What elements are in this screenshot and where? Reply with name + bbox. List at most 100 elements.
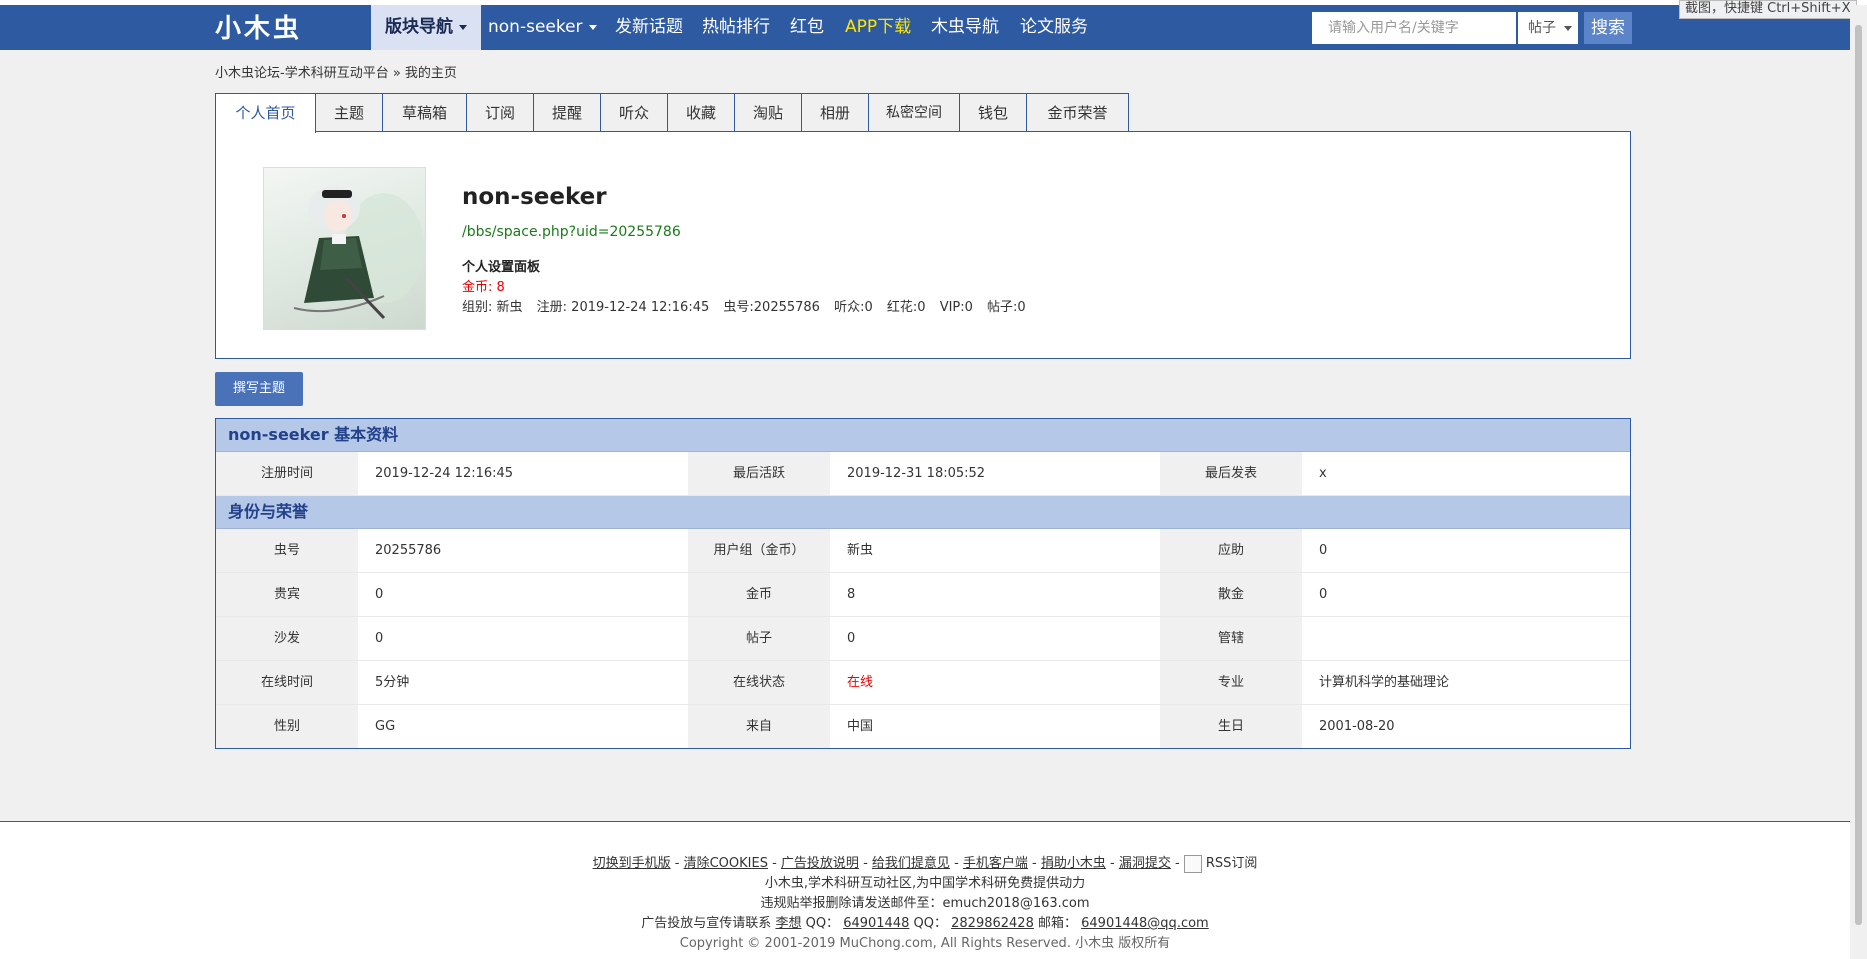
- footer-link-ad-info[interactable]: 广告投放说明: [781, 856, 859, 871]
- write-topic-button[interactable]: 撰写主题: [215, 372, 303, 406]
- profile-username: non-seeker: [462, 184, 607, 210]
- contact-name-link[interactable]: 李想: [775, 916, 801, 931]
- field-value: 0: [375, 587, 384, 602]
- profile-panel: non-seeker /bbs/space.php?uid=20255786 个…: [215, 131, 1631, 359]
- table-row: 沙发 0 帖子 0 管辖: [216, 617, 1630, 661]
- table-row: 虫号 20255786 用户组（金币） 新虫 应助 0: [216, 529, 1630, 573]
- stat-uid: 虫号:20255786: [723, 300, 820, 315]
- nav-red-packet[interactable]: 红包: [790, 5, 824, 50]
- stat-group: 组别: 新虫: [462, 300, 523, 315]
- footer-link-feedback[interactable]: 给我们提意见: [872, 856, 950, 871]
- tab-private-space[interactable]: 私密空间: [868, 93, 960, 131]
- field-value: GG: [375, 719, 396, 734]
- footer-link-bug-report[interactable]: 漏洞提交: [1119, 856, 1171, 871]
- nav-board-navigation[interactable]: 版块导航: [371, 5, 481, 50]
- identity-honor-header: 身份与荣誉: [216, 496, 1630, 529]
- nav-user-menu-label: non-seeker: [488, 17, 583, 37]
- field-label: 沙发: [216, 617, 358, 660]
- field-label: 在线时间: [216, 661, 358, 704]
- field-label: 贵宾: [216, 573, 358, 616]
- scrollbar-thumb[interactable]: [1855, 25, 1862, 925]
- tab-followers[interactable]: 听众: [600, 93, 668, 131]
- field-value: x: [1319, 466, 1327, 481]
- tab-taotie[interactable]: 淘贴: [734, 93, 802, 131]
- table-row: 注册时间 2019-12-24 12:16:45 最后活跃 2019-12-31…: [216, 452, 1630, 496]
- field-value: 中国: [847, 719, 874, 734]
- field-value: 20255786: [375, 543, 442, 558]
- tab-home[interactable]: 个人首页: [215, 93, 316, 133]
- footer-link-clear-cookies[interactable]: 清除COOKIES: [684, 856, 768, 871]
- field-value: [1302, 617, 1630, 660]
- search-button[interactable]: 搜索: [1584, 12, 1632, 44]
- field-value: 0: [375, 631, 384, 646]
- nav-paper-service[interactable]: 论文服务: [1020, 5, 1088, 50]
- separator: -: [954, 856, 963, 871]
- chevron-down-icon: [459, 24, 467, 30]
- profile-settings-link[interactable]: 个人设置面板: [462, 256, 540, 275]
- nav-muchong-guide[interactable]: 木虫导航: [931, 5, 999, 50]
- footer: 切换到手机版 - 清除COOKIES - 广告投放说明 - 给我们提意见 - 手…: [0, 821, 1850, 959]
- nav-user-menu[interactable]: non-seeker: [488, 5, 597, 50]
- table-row: 在线时间 5分钟 在线状态 在线 专业 计算机科学的基础理论: [216, 661, 1630, 705]
- field-label: 性别: [216, 705, 358, 748]
- tab-drafts[interactable]: 草稿箱: [382, 93, 467, 131]
- tab-favorites[interactable]: 收藏: [667, 93, 735, 131]
- field-label: 最后发表: [1160, 452, 1302, 495]
- mail-link[interactable]: 64901448@qq.com: [1081, 916, 1209, 931]
- footer-link-mobile-client[interactable]: 手机客户端: [963, 856, 1028, 871]
- search-type-select[interactable]: 帖子: [1518, 12, 1578, 44]
- avatar-illustration: [293, 186, 424, 320]
- tab-album[interactable]: 相册: [801, 93, 869, 131]
- avatar[interactable]: [263, 167, 426, 330]
- profile-space-link[interactable]: /bbs/space.php?uid=20255786: [462, 224, 681, 240]
- field-label: 用户组（金币）: [688, 529, 830, 572]
- tab-reminders[interactable]: 提醒: [533, 93, 601, 131]
- field-value: 0: [1319, 543, 1328, 558]
- tab-gold-honor[interactable]: 金币荣誉: [1026, 93, 1129, 131]
- field-value: 0: [1319, 587, 1328, 602]
- tab-topics[interactable]: 主题: [315, 93, 383, 131]
- field-value: 2019-12-31 18:05:52: [847, 466, 986, 481]
- field-value: 2019-12-24 12:16:45: [375, 466, 514, 481]
- separator: -: [1032, 856, 1041, 871]
- screenshot-hint-tooltip: 截图，快捷键 Ctrl+Shift+X: [1679, 0, 1857, 19]
- scrollbar[interactable]: [1850, 5, 1867, 958]
- separator: -: [863, 856, 872, 871]
- table-row: 性别 GG 来自 中国 生日 2001-08-20: [216, 705, 1630, 748]
- nav-app-download[interactable]: APP下载: [845, 5, 911, 50]
- separator: -: [1175, 856, 1184, 871]
- qq-link-1[interactable]: 64901448: [843, 916, 909, 931]
- tab-wallet[interactable]: 钱包: [959, 93, 1027, 131]
- footer-link-donate[interactable]: 捐助小木虫: [1041, 856, 1106, 871]
- table-row: 贵宾 0 金币 8 散金 0: [216, 573, 1630, 617]
- mail-label: 邮箱：: [1037, 916, 1077, 931]
- field-value: 8: [847, 587, 856, 602]
- stat-flowers: 红花:0: [886, 300, 926, 315]
- site-logo[interactable]: 小木虫: [215, 14, 333, 44]
- field-value: 5分钟: [375, 675, 410, 690]
- qq-label: QQ：: [805, 916, 840, 931]
- footer-rss-link[interactable]: RSS订阅: [1206, 856, 1258, 871]
- field-label: 管辖: [1160, 617, 1302, 660]
- nav-new-topic[interactable]: 发新话题: [615, 5, 683, 50]
- rss-icon: [1183, 854, 1202, 873]
- profile-stats: 组别: 新虫 注册: 2019-12-24 12:16:45 虫号:202557…: [462, 296, 1036, 315]
- qq-link-2[interactable]: 2829862428: [951, 916, 1034, 931]
- field-label: 虫号: [216, 529, 358, 572]
- field-value: 新虫: [847, 543, 874, 558]
- search-type-value: 帖子: [1528, 20, 1556, 36]
- field-label: 在线状态: [688, 661, 830, 704]
- search-input[interactable]: 请输入用户名/关键字: [1312, 12, 1516, 44]
- field-label: 专业: [1160, 661, 1302, 704]
- stat-posts: 帖子:0: [987, 300, 1026, 315]
- field-value: 计算机科学的基础理论: [1319, 675, 1450, 690]
- field-label: 应助: [1160, 529, 1302, 572]
- nav-hot-posts[interactable]: 热帖排行: [702, 5, 770, 50]
- footer-slogan: 小木虫,学术科研互动社区,为中国学术科研免费提供动力: [764, 876, 1086, 891]
- footer-link-mobile[interactable]: 切换到手机版: [593, 856, 671, 871]
- tab-subscribe[interactable]: 订阅: [466, 93, 534, 131]
- separator: -: [674, 856, 684, 871]
- chevron-down-icon: [588, 24, 597, 30]
- field-label: 来自: [688, 705, 830, 748]
- breadcrumb[interactable]: 小木虫论坛-学术科研互动平台 » 我的主页: [215, 62, 457, 81]
